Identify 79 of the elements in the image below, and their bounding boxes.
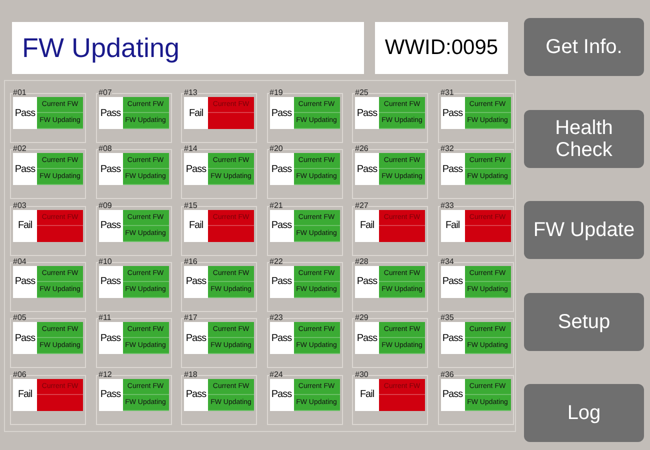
slot-number: #30 bbox=[355, 370, 368, 379]
slot-number: #26 bbox=[355, 144, 368, 154]
slot-number: #07 bbox=[98, 88, 112, 97]
slot-number: #33 bbox=[440, 200, 454, 210]
slot-number: #20 bbox=[270, 144, 283, 154]
result-label: Pass bbox=[184, 153, 208, 186]
slot-number: #08 bbox=[98, 144, 112, 154]
slot-number: #12 bbox=[98, 370, 112, 379]
result-label: Pass bbox=[184, 378, 208, 411]
slot-number: #29 bbox=[355, 313, 368, 322]
result-label: Pass bbox=[13, 97, 37, 129]
result-label: Fail bbox=[440, 210, 464, 242]
result-label: Pass bbox=[98, 153, 122, 186]
result-label: Pass bbox=[355, 97, 379, 129]
slot-number: #18 bbox=[184, 370, 198, 379]
result-label: Pass bbox=[270, 322, 294, 354]
result-label: Fail bbox=[13, 378, 37, 411]
result-label: Pass bbox=[98, 210, 122, 242]
slot-number: #25 bbox=[355, 88, 368, 97]
slot-number: #15 bbox=[184, 200, 198, 210]
slot-number: #24 bbox=[270, 370, 283, 379]
slot-number: #28 bbox=[355, 256, 368, 266]
slot-number: #09 bbox=[98, 200, 112, 210]
slot-number: #05 bbox=[13, 313, 26, 322]
slot-number: #06 bbox=[13, 370, 26, 379]
slot-number: #31 bbox=[440, 88, 454, 97]
result-label: Pass bbox=[440, 97, 464, 129]
result-label: Pass bbox=[13, 266, 37, 298]
result-label: Pass bbox=[13, 153, 37, 186]
result-label: Fail bbox=[184, 210, 208, 242]
slot-number: #11 bbox=[98, 313, 112, 322]
result-label: Pass bbox=[98, 378, 122, 411]
result-label: Pass bbox=[270, 378, 294, 411]
result-label: Pass bbox=[440, 322, 464, 354]
action-button[interactable]: FW Update bbox=[524, 201, 644, 259]
result-label: Pass bbox=[440, 266, 464, 298]
action-button[interactable]: Get Info. bbox=[524, 18, 644, 76]
result-label: Pass bbox=[13, 322, 37, 354]
wwid-label: WWID:0095 bbox=[375, 22, 508, 74]
result-label: Pass bbox=[98, 322, 122, 354]
result-label: Fail bbox=[355, 210, 379, 242]
result-label: Fail bbox=[355, 378, 379, 411]
result-label: Fail bbox=[13, 210, 37, 242]
slot-number: #21 bbox=[270, 200, 283, 210]
result-label: Pass bbox=[270, 210, 294, 242]
result-label: Pass bbox=[355, 266, 379, 298]
result-label: Pass bbox=[270, 153, 294, 186]
slot-number: #13 bbox=[184, 88, 198, 97]
action-button[interactable]: Setup bbox=[524, 292, 644, 350]
result-label: Pass bbox=[98, 97, 122, 129]
slot-number: #27 bbox=[355, 200, 368, 210]
slot-number: #03 bbox=[13, 200, 26, 210]
result-label: Pass bbox=[355, 322, 379, 354]
action-button[interactable]: Health Check bbox=[524, 110, 644, 168]
result-label: Fail bbox=[184, 97, 208, 129]
result-label: Pass bbox=[270, 97, 294, 129]
result-label: Pass bbox=[270, 266, 294, 298]
slot-number: #17 bbox=[184, 313, 198, 322]
result-label: Pass bbox=[355, 153, 379, 186]
slot-number: #34 bbox=[440, 256, 454, 266]
result-label: Pass bbox=[184, 266, 208, 298]
slot-number: #23 bbox=[270, 313, 283, 322]
result-label: Pass bbox=[184, 322, 208, 354]
slot-number: #36 bbox=[440, 370, 454, 379]
action-button[interactable]: Log bbox=[524, 384, 644, 442]
result-label: Pass bbox=[98, 266, 122, 298]
result-label: Pass bbox=[440, 378, 464, 411]
slot-number: #01 bbox=[13, 88, 26, 97]
slot-number: #19 bbox=[270, 88, 283, 97]
slot-number: #14 bbox=[184, 144, 198, 154]
slot-number: #22 bbox=[270, 256, 283, 266]
slot-number: #10 bbox=[98, 256, 112, 266]
screen-title: FW Updating bbox=[12, 22, 364, 74]
slot-number: #02 bbox=[13, 144, 26, 154]
result-label: Pass bbox=[440, 153, 464, 186]
slot-number: #04 bbox=[13, 256, 26, 266]
slot-number: #35 bbox=[440, 313, 454, 322]
slot-number: #32 bbox=[440, 144, 454, 154]
slot-number: #16 bbox=[184, 256, 198, 266]
